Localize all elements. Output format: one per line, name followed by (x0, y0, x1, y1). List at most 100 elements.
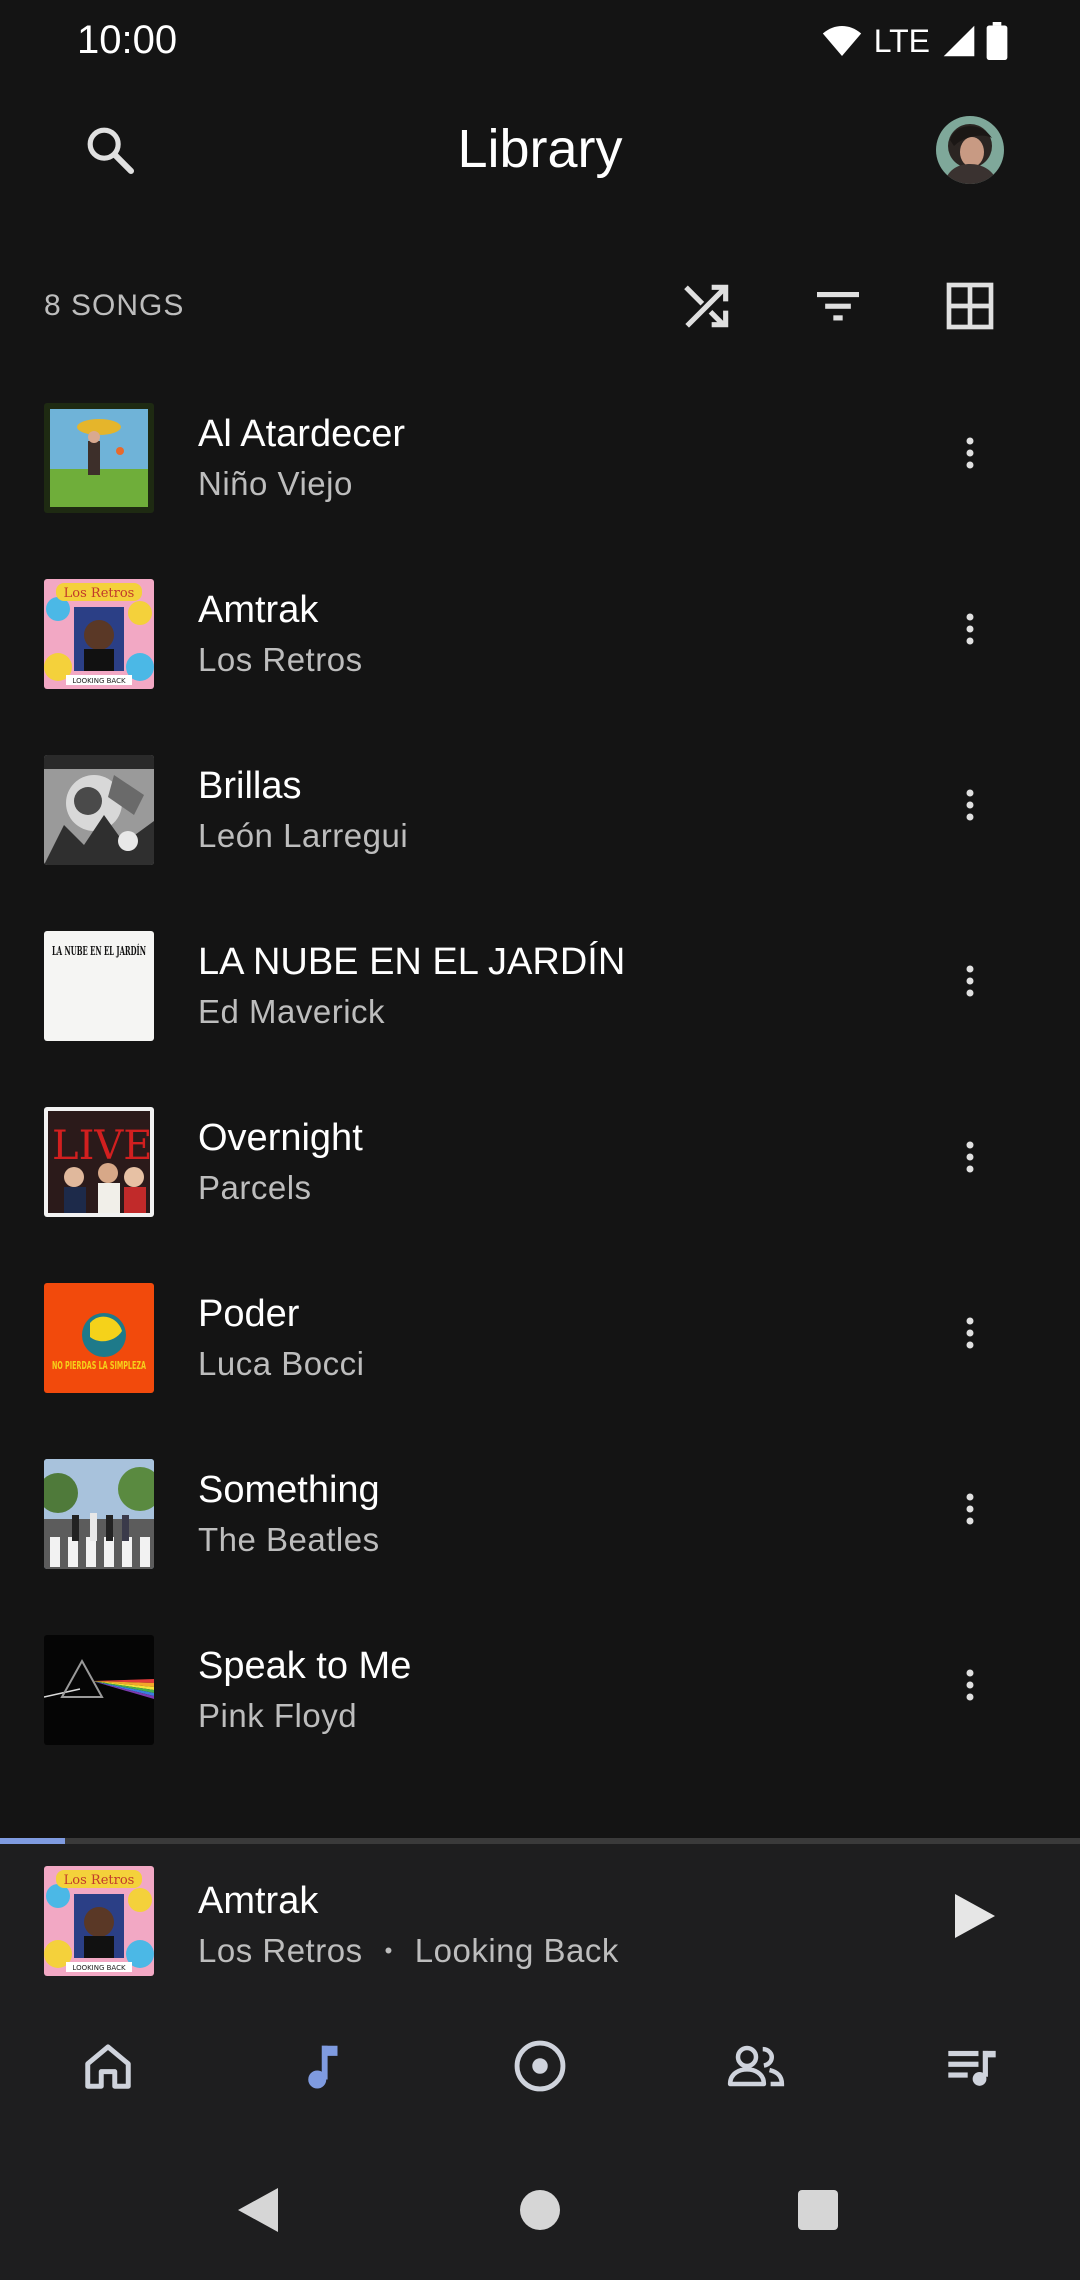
nav-home[interactable] (68, 2028, 148, 2108)
song-row[interactable]: LA NUBE EN EL JARDÍN LA NUBE EN EL JARDÍ… (0, 923, 1080, 1099)
playlist-icon (944, 2039, 1000, 2098)
album-art (44, 1635, 154, 1745)
play-button[interactable] (940, 1880, 1010, 1956)
song-row[interactable]: Los Retros LOOKING BACK Amtrak Los Retro… (0, 571, 1080, 747)
svg-text:Los Retros: Los Retros (64, 1873, 135, 1888)
song-artist: The Beatles (198, 1521, 380, 1558)
svg-text:LA NUBE EN EL JARDÍN: LA NUBE EN EL JARDÍN (52, 943, 146, 958)
svg-text:Los Retros: Los Retros (64, 586, 135, 601)
separator-dot: • (384, 1938, 393, 1963)
more-vert-icon (964, 1667, 976, 1708)
grid-view-button[interactable] (935, 273, 1005, 343)
grid-view-icon (942, 278, 998, 339)
svg-text:NO PIERDAS LA SIMPLEZA: NO PIERDAS LA SIMPLEZA (52, 1359, 146, 1372)
more-vert-icon (964, 1491, 976, 1532)
now-playing-title: Amtrak (198, 1880, 319, 1922)
more-options-button[interactable] (940, 1657, 1000, 1717)
playback-progress-bar[interactable] (0, 1838, 1080, 1844)
sort-button[interactable] (803, 273, 873, 343)
more-options-button[interactable] (940, 1129, 1000, 1189)
svg-text:LIVE 1 VOL: LIVE 1 VOL (52, 1123, 154, 1169)
now-playing-artist: Los Retros (198, 1932, 363, 1969)
status-bar: 10:00 LTE (0, 0, 1080, 90)
song-row[interactable]: Something The Beatles (0, 1451, 1080, 1627)
song-row[interactable]: Brillas León Larregui (0, 747, 1080, 923)
battery-icon (986, 22, 1008, 60)
now-playing-subtitle: Los Retros • Looking Back (198, 1932, 619, 1970)
now-playing-album: Looking Back (414, 1932, 619, 1969)
more-vert-icon (964, 1139, 976, 1180)
more-vert-icon (964, 1315, 976, 1356)
song-row[interactable]: Al Atardecer Niño Viejo (0, 395, 1080, 571)
more-vert-icon (964, 611, 976, 652)
song-row[interactable]: LIVE 1 VOL Overnight Parcels (0, 1099, 1080, 1275)
sort-filter-icon (810, 278, 866, 339)
svg-text:LOOKING BACK: LOOKING BACK (72, 1964, 126, 1972)
song-title: Amtrak (198, 589, 319, 631)
more-vert-icon (964, 435, 976, 476)
song-artist: Luca Bocci (198, 1345, 365, 1382)
album-art: LA NUBE EN EL JARDÍN (44, 931, 154, 1041)
song-artist: León Larregui (198, 817, 409, 854)
nav-artists[interactable] (716, 2028, 796, 2108)
shuffle-button[interactable] (672, 273, 742, 343)
song-artist: Parcels (198, 1169, 312, 1206)
wifi-icon (822, 24, 862, 58)
nav-albums[interactable] (500, 2028, 580, 2108)
album-art (44, 1459, 154, 1569)
song-row[interactable]: Speak to Me Pink Floyd (0, 1627, 1080, 1803)
home-icon (81, 2039, 135, 2098)
album-art: Los Retros LOOKING BACK (44, 579, 154, 689)
song-title: Brillas (198, 765, 302, 807)
system-recents-button[interactable] (790, 2184, 846, 2240)
album-icon (511, 2037, 569, 2100)
music-note-icon (297, 2039, 351, 2098)
system-navigation-bar (0, 2140, 1080, 2280)
now-playing-album-art: Los Retros LOOKING BACK (44, 1866, 154, 1976)
screen: 10:00 LTE Library 8 SONGS Al Atardecer N… (0, 0, 1080, 2280)
song-artist: Niño Viejo (198, 465, 353, 502)
song-row[interactable]: NO PIERDAS LA SIMPLEZA Poder Luca Bocci (0, 1275, 1080, 1451)
more-vert-icon (964, 963, 976, 1004)
avatar[interactable] (936, 116, 1004, 184)
more-options-button[interactable] (940, 1481, 1000, 1541)
song-artist: Los Retros (198, 641, 363, 678)
song-artist: Pink Floyd (198, 1697, 358, 1734)
song-title: Speak to Me (198, 1645, 412, 1687)
album-art: NO PIERDAS LA SIMPLEZA (44, 1283, 154, 1393)
song-title: Overnight (198, 1117, 363, 1159)
library-toolbar: 8 SONGS (0, 255, 1080, 355)
system-home-button[interactable] (512, 2184, 568, 2240)
song-title: Al Atardecer (198, 413, 405, 455)
more-options-button[interactable] (940, 1305, 1000, 1365)
song-title: Something (198, 1469, 380, 1511)
song-list: Al Atardecer Niño Viejo Los Retros LOOKI… (0, 395, 1080, 1803)
nav-library[interactable] (284, 2028, 364, 2108)
song-title: Poder (198, 1293, 300, 1335)
app-header: Library (0, 100, 1080, 210)
artists-icon (726, 2039, 786, 2098)
lte-label: LTE (873, 22, 930, 59)
back-icon (236, 2186, 280, 2239)
nav-playlists[interactable] (932, 2028, 1012, 2108)
album-art (44, 755, 154, 865)
song-artist: Ed Maverick (198, 993, 386, 1030)
album-art (44, 403, 154, 513)
song-count: 8 SONGS (44, 289, 185, 322)
svg-text:LOOKING BACK: LOOKING BACK (72, 677, 126, 685)
home-circle-icon (518, 2188, 562, 2237)
more-options-button[interactable] (940, 953, 1000, 1013)
cell-signal-icon (942, 24, 976, 58)
status-time: 10:00 (77, 18, 178, 62)
more-options-button[interactable] (940, 601, 1000, 661)
page-title: Library (457, 119, 623, 179)
system-back-button[interactable] (230, 2184, 286, 2240)
mini-player[interactable]: Los Retros LOOKING BACK Amtrak Los Retro… (0, 1838, 1080, 1998)
song-title: LA NUBE EN EL JARDÍN (198, 941, 626, 983)
status-icons: LTE (822, 22, 1008, 60)
shuffle-icon (679, 278, 735, 339)
more-options-button[interactable] (940, 425, 1000, 485)
more-options-button[interactable] (940, 777, 1000, 837)
album-art: LIVE 1 VOL (44, 1107, 154, 1217)
more-vert-icon (964, 787, 976, 828)
